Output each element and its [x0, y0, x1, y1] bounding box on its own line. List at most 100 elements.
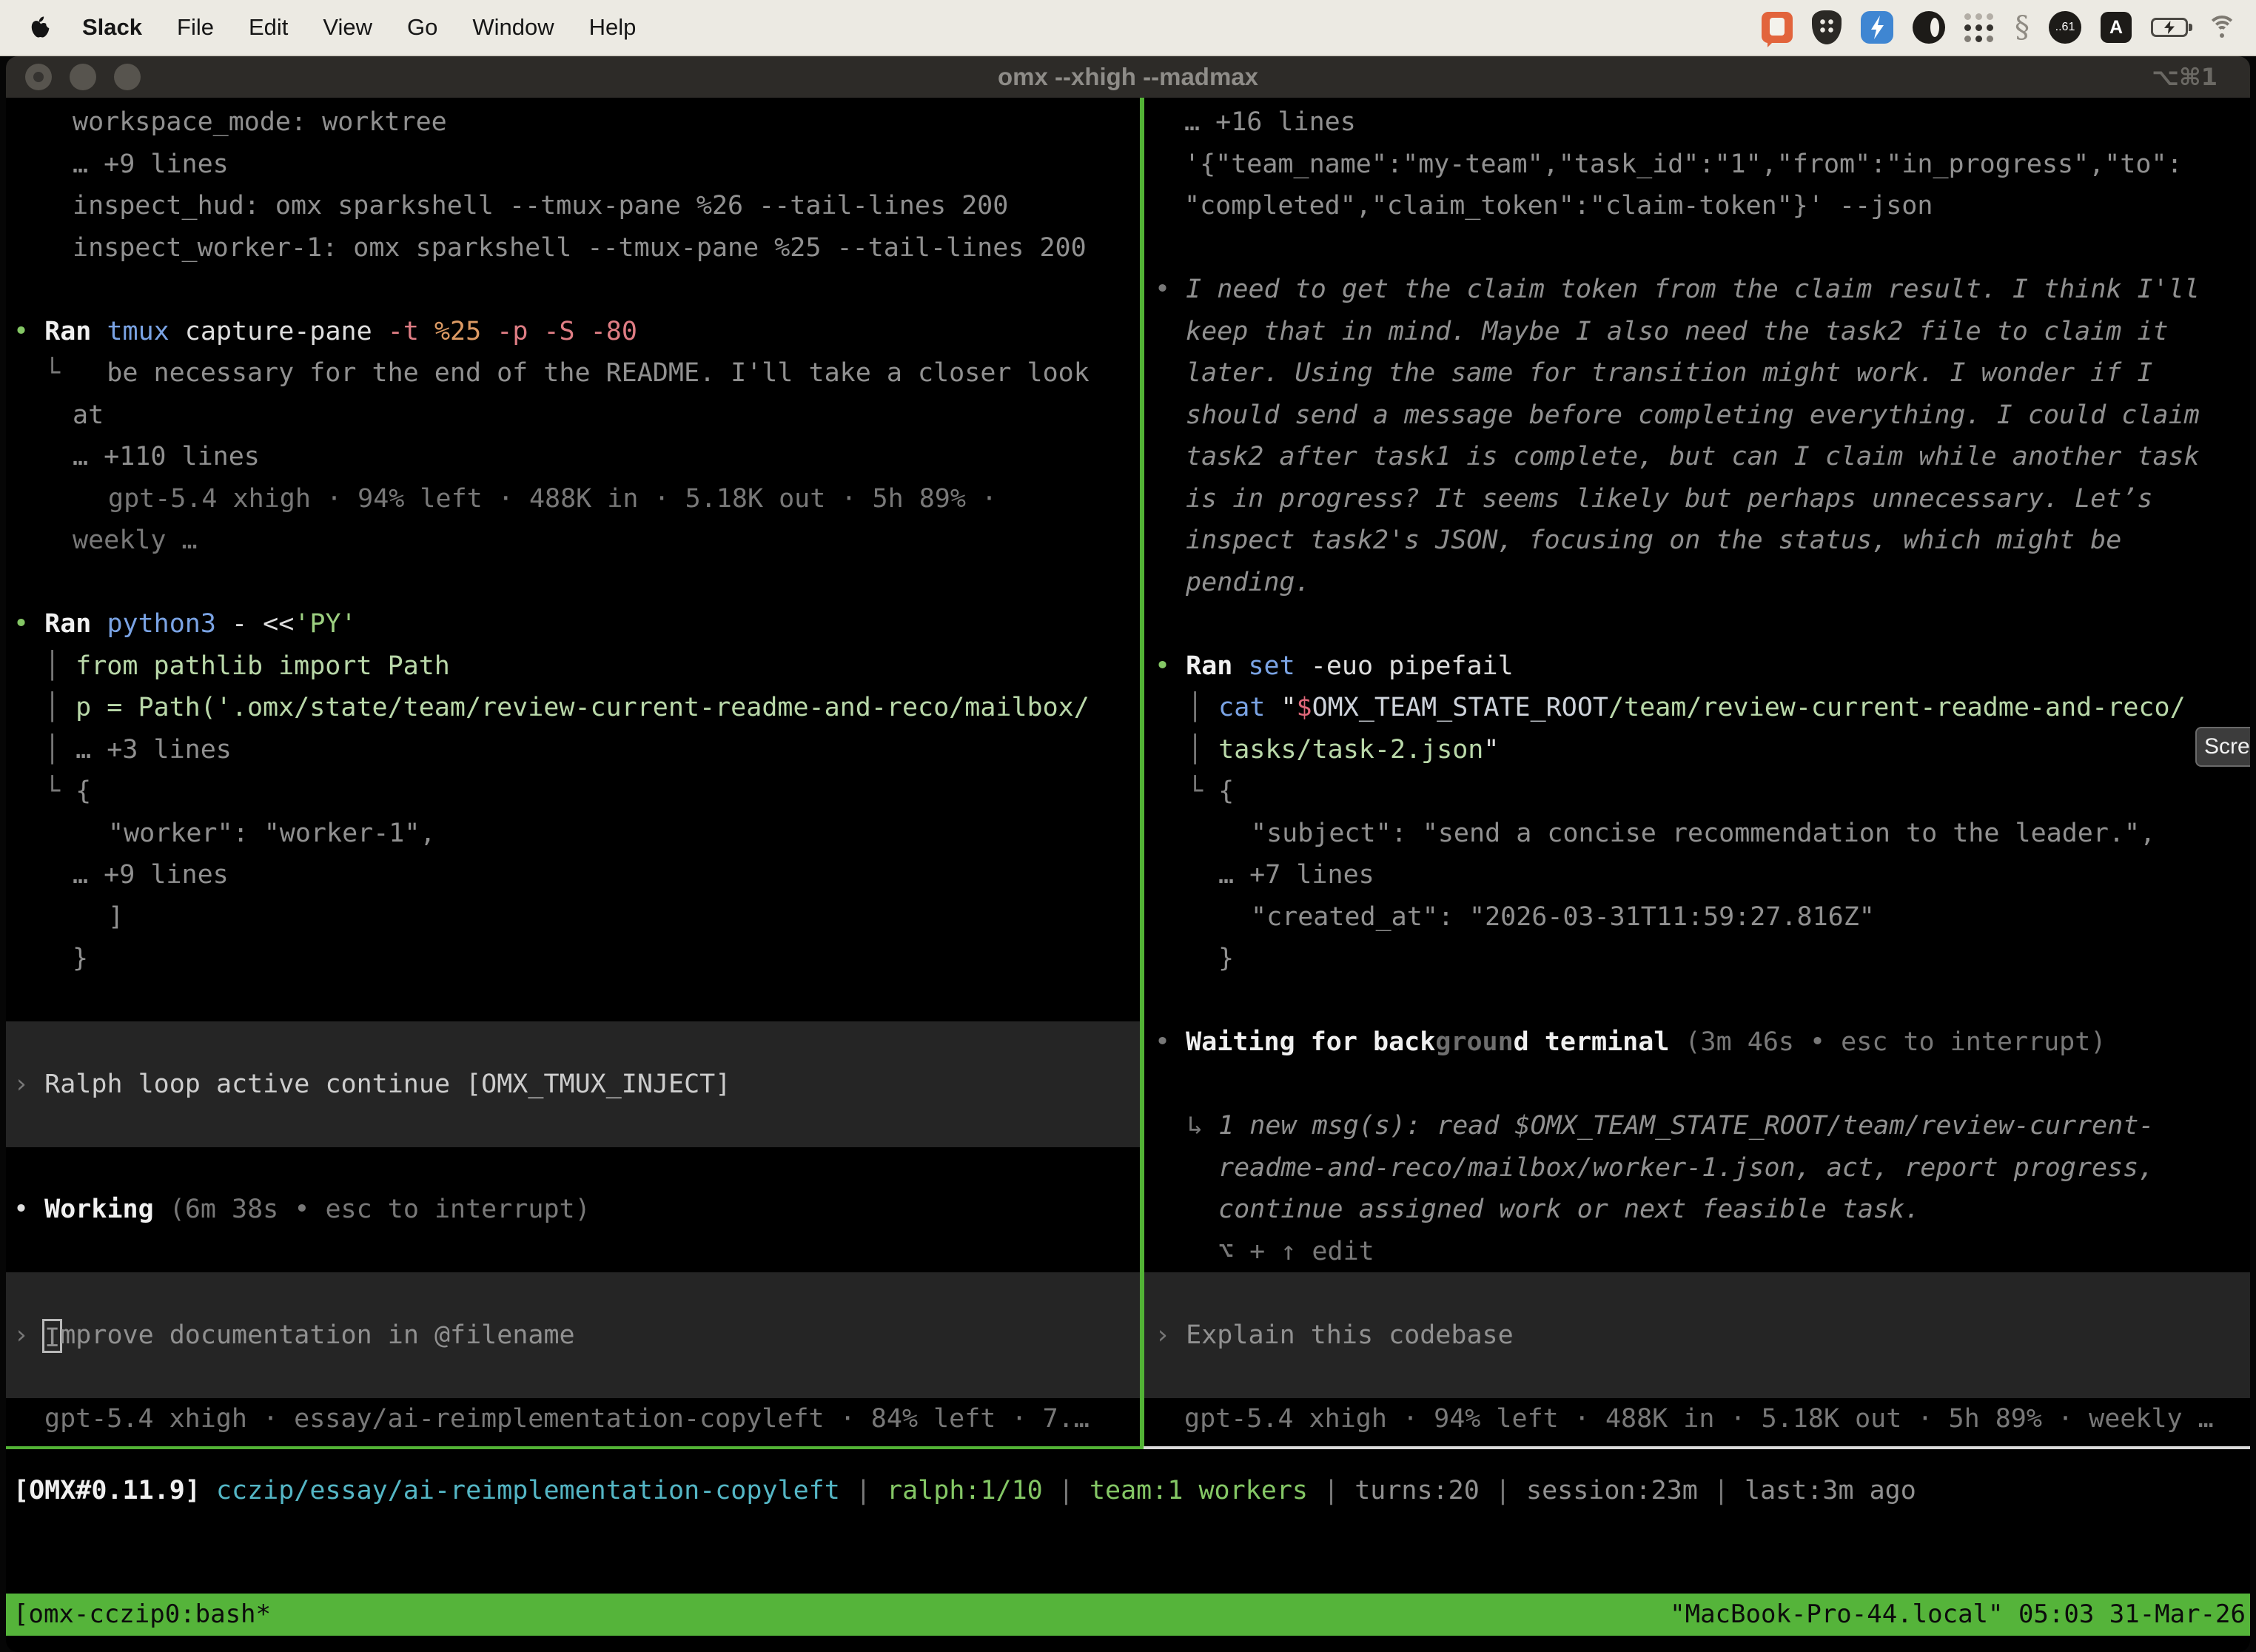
terminal-text-segment: "subject": "send a concise recommendatio… — [1251, 819, 2155, 848]
menu-item-view[interactable]: View — [323, 14, 372, 41]
terminal-text-segment: OMX_TEAM_STATE_ROOT — [1312, 693, 1608, 722]
window-titlebar[interactable]: omx --xhigh --madmax ⌥⌘1 — [6, 56, 2250, 98]
menu-item-go[interactable]: Go — [407, 14, 437, 41]
prompt-input[interactable]: › Improve documentation in @filename — [6, 1272, 1140, 1398]
terminal-text-segment: } — [1218, 944, 1234, 973]
menu-item-help[interactable]: Help — [589, 14, 637, 41]
screen-share-badge[interactable]: Scre — [2195, 727, 2250, 767]
terminal-line: │ tasks/task-2.json" — [1144, 729, 2250, 771]
apple-logo-icon — [30, 16, 50, 39]
chat-bubble-icon[interactable] — [1762, 12, 1793, 43]
terminal-text-segment: at — [73, 400, 104, 430]
terminal-text-segment: continue assigned work or next feasible … — [1218, 1195, 1920, 1224]
terminal-line: … +7 lines — [1144, 854, 2250, 896]
terminal-text-segment: Ran — [44, 317, 107, 346]
terminal-line: inspect_worker-1: omx sparkshell --tmux-… — [6, 227, 1140, 269]
terminal-line: "completed","claim_token":"claim-token"}… — [1144, 185, 2250, 227]
menu-items: Slack File Edit View Go Window Help — [82, 14, 636, 41]
terminal-text-segment: from pathlib import Path — [75, 651, 450, 681]
terminal-pane-left[interactable]: workspace_mode: worktree… +9 linesinspec… — [6, 98, 1140, 1449]
terminal-text-segment: python3 — [107, 609, 232, 639]
wifi-icon[interactable] — [2207, 16, 2237, 39]
terminal-text-segment: Waiting for back — [1186, 1027, 1435, 1057]
terminal-text-segment: later. Using the same for transition mig… — [1186, 358, 2152, 388]
terminal-text-segment: " — [1483, 735, 1499, 765]
letter-a-icon[interactable]: A — [2101, 12, 2132, 43]
terminal-line: is in progress? It seems likely but perh… — [1144, 478, 2250, 520]
terminal-text-segment: [OMX#0.11.9] — [13, 1476, 216, 1505]
terminal-line: • Ran tmux capture-pane -t %25 -p -S -80 — [6, 311, 1140, 353]
terminal-text-segment: • — [13, 1195, 44, 1224]
menu-item-window[interactable]: Window — [472, 14, 554, 41]
tmux-status-bar: [omx-cczip0:bash* "MacBook-Pro-44.local"… — [6, 1594, 2250, 1636]
terminal-text-segment: (3m 46s • esc to interrupt) — [1669, 1027, 2106, 1057]
terminal-line: keep that in mind. Maybe I also need the… — [1144, 311, 2250, 353]
terminal-text-segment: tasks/task-2.json — [1218, 735, 1483, 765]
terminal-text-segment: … +9 lines — [73, 150, 229, 179]
terminal-blank-line — [1144, 603, 2250, 645]
terminal-text-segment: readme-and-reco/mailbox/worker-1.json, a… — [1218, 1153, 2154, 1183]
squiggle-icon[interactable]: § — [2015, 13, 2030, 42]
terminal-blank-line — [6, 1231, 1140, 1273]
terminal-line: • Waiting for background terminal (3m 46… — [1144, 1021, 2250, 1064]
terminal-blank-line — [1144, 1064, 2250, 1106]
terminal-text-segment: - << — [232, 609, 294, 639]
terminal-line: weekly … — [6, 520, 1140, 562]
terminal-text-segment: capture-pane — [185, 317, 388, 346]
menu-item-file[interactable]: File — [177, 14, 214, 41]
terminal-text-segment: │ — [1187, 693, 1218, 722]
terminal-text-segment: gpt-5.4 xhigh · 94% left · 488K in · 5.1… — [108, 484, 997, 514]
terminal-text-segment: { — [1218, 776, 1234, 806]
terminal-text-segment: } — [73, 944, 88, 973]
tmux-pane-divider-horizontal — [1144, 1446, 2250, 1449]
terminal-text-segment: gpt-5.4 xhigh · 94% left · 488K in · 5.1… — [1184, 1404, 2214, 1434]
terminal-line: readme-and-reco/mailbox/worker-1.json, a… — [1144, 1147, 2250, 1189]
terminal-text-segment: task2 after task1 is complete, but can I… — [1186, 442, 2200, 471]
terminal-text-segment: -t — [388, 317, 434, 346]
terminal-line: gpt-5.4 xhigh · essay/ai-reimplementatio… — [6, 1398, 1140, 1440]
meter-61-icon[interactable]: ..61 — [2049, 11, 2081, 44]
terminal-line: continue assigned work or next feasible … — [1144, 1189, 2250, 1231]
terminal-text-segment: ralph:1/10 — [887, 1476, 1043, 1505]
app-menu-slack[interactable]: Slack — [82, 14, 142, 41]
prompt-input[interactable]: › Explain this codebase — [1144, 1272, 2250, 1398]
tmux-session-label: [omx-cczip0:bash* — [13, 1594, 271, 1636]
apple-menu[interactable] — [30, 16, 50, 39]
terminal-line: should send a message before completing … — [1144, 394, 2250, 437]
dots-grid-icon[interactable] — [1964, 12, 1995, 43]
terminal-text-segment: '{"team_name":"my-team","task_id":"1","f… — [1184, 150, 2183, 179]
terminal-blank-line — [6, 980, 1140, 1022]
terminal-text-segment: I need to get the claim token from the c… — [1186, 275, 2200, 304]
terminal-text-segment: › — [13, 1070, 44, 1099]
terminal-text-segment: └ — [44, 776, 75, 806]
terminal-text-segment: • — [13, 317, 44, 346]
terminal-text-segment: • — [13, 609, 44, 639]
tmux-pane-divider-vertical[interactable] — [1140, 98, 1144, 1449]
terminal-text-segment: ] — [108, 902, 124, 932]
terminal-text-segment: • — [1155, 651, 1186, 681]
terminal-line: • Ran python3 - <<'PY' — [6, 603, 1140, 645]
terminal-text-segment: tmux — [107, 317, 184, 346]
terminal-text-segment: Working — [44, 1195, 154, 1224]
terminal-text-segment: groun — [1435, 1027, 1513, 1057]
terminal-line: gpt-5.4 xhigh · 94% left · 488K in · 5.1… — [1144, 1398, 2250, 1440]
spark-badge-icon[interactable] — [1861, 11, 1893, 44]
shield-grid-icon[interactable] — [1812, 10, 1842, 44]
terminal-blank-line — [1144, 227, 2250, 269]
terminal-text-segment: { — [75, 776, 91, 806]
tmux-host-clock: "MacBook-Pro-44.local" 05:03 31-Mar-26 — [1670, 1594, 2246, 1636]
terminal-line: └ { — [6, 770, 1140, 813]
terminal-text-segment: d terminal — [1514, 1027, 1670, 1057]
terminal-line: ↳ 1 new msg(s): read $OMX_TEAM_STATE_ROO… — [1144, 1105, 2250, 1147]
tmux-pane-divider-horizontal-active — [6, 1446, 1144, 1449]
crescent-disc-icon[interactable] — [1913, 11, 1945, 44]
terminal-line: '{"team_name":"my-team","task_id":"1","f… — [1144, 144, 2250, 186]
terminal-window: omx --xhigh --madmax ⌥⌘1 workspace_mode:… — [6, 56, 2250, 1652]
menu-item-edit[interactable]: Edit — [249, 14, 288, 41]
battery-charging-icon[interactable] — [2151, 18, 2188, 37]
terminal-text-segment: mprove documentation in @filename — [60, 1320, 574, 1350]
terminal-line: ] — [6, 896, 1140, 939]
terminal-text-segment: … +7 lines — [1218, 860, 1374, 890]
terminal-pane-right[interactable]: … +16 lines '{"team_name":"my-team","task… — [1144, 98, 2250, 1449]
terminal-line: … +16 lines — [1144, 101, 2250, 144]
